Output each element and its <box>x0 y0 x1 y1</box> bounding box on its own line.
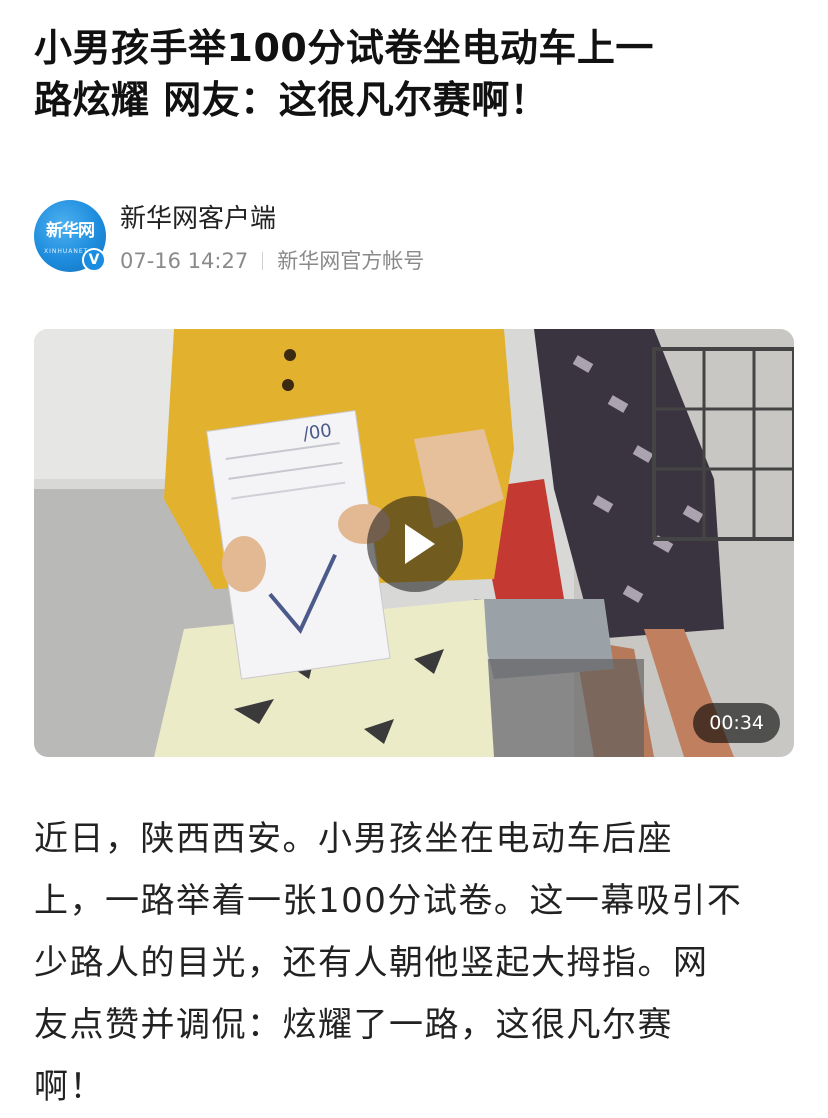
svg-text:/00: /00 <box>302 420 334 445</box>
body-line-1: 近日，陕西西安。小男孩坐在电动车后座 <box>34 819 673 859</box>
article-body: 近日，陕西西安。小男孩坐在电动车后座 上，一路举着一张100分试卷。这一幕吸引不… <box>34 808 796 1118</box>
body-line-2: 上，一路举着一张100分试卷。这一幕吸引不 <box>34 881 743 921</box>
publish-time: 07-16 14:27 <box>120 249 249 273</box>
video-duration: 00:34 <box>693 703 780 743</box>
author-name[interactable]: 新华网客户端 <box>120 202 276 236</box>
body-line-5: 啊！ <box>34 1067 105 1107</box>
article-title: 小男孩手举100分试卷坐电动车上一 路炫耀 网友：这很凡尔赛啊！ <box>34 22 798 126</box>
article-title-line-2: 路炫耀 网友：这很凡尔赛啊！ <box>34 78 549 122</box>
body-line-3: 少路人的目光，还有人朝他竖起大拇指。网 <box>34 943 709 983</box>
play-icon <box>405 524 435 564</box>
body-line-4: 友点赞并调侃：炫耀了一路，这很凡尔赛 <box>34 1005 673 1045</box>
play-button[interactable] <box>367 496 463 592</box>
author-avatar[interactable]: 新华网 XINHUANET V <box>34 200 106 272</box>
author-meta: 07-16 14:27 新华网官方帐号 <box>120 246 424 276</box>
video-player[interactable]: /00 00:34 <box>34 329 794 757</box>
xinhua-logo-subtext: XINHUANET <box>44 248 89 255</box>
author-header[interactable]: 新华网 XINHUANET V 新华网客户端 07-16 14:27 新华网官方帐… <box>34 200 794 280</box>
account-type: 新华网官方帐号 <box>277 249 425 273</box>
verified-icon: V <box>82 248 106 272</box>
article-title-line-1: 小男孩手举100分试卷坐电动车上一 <box>34 26 654 70</box>
xinhua-logo-text: 新华网 <box>46 221 95 241</box>
meta-divider <box>262 252 264 270</box>
